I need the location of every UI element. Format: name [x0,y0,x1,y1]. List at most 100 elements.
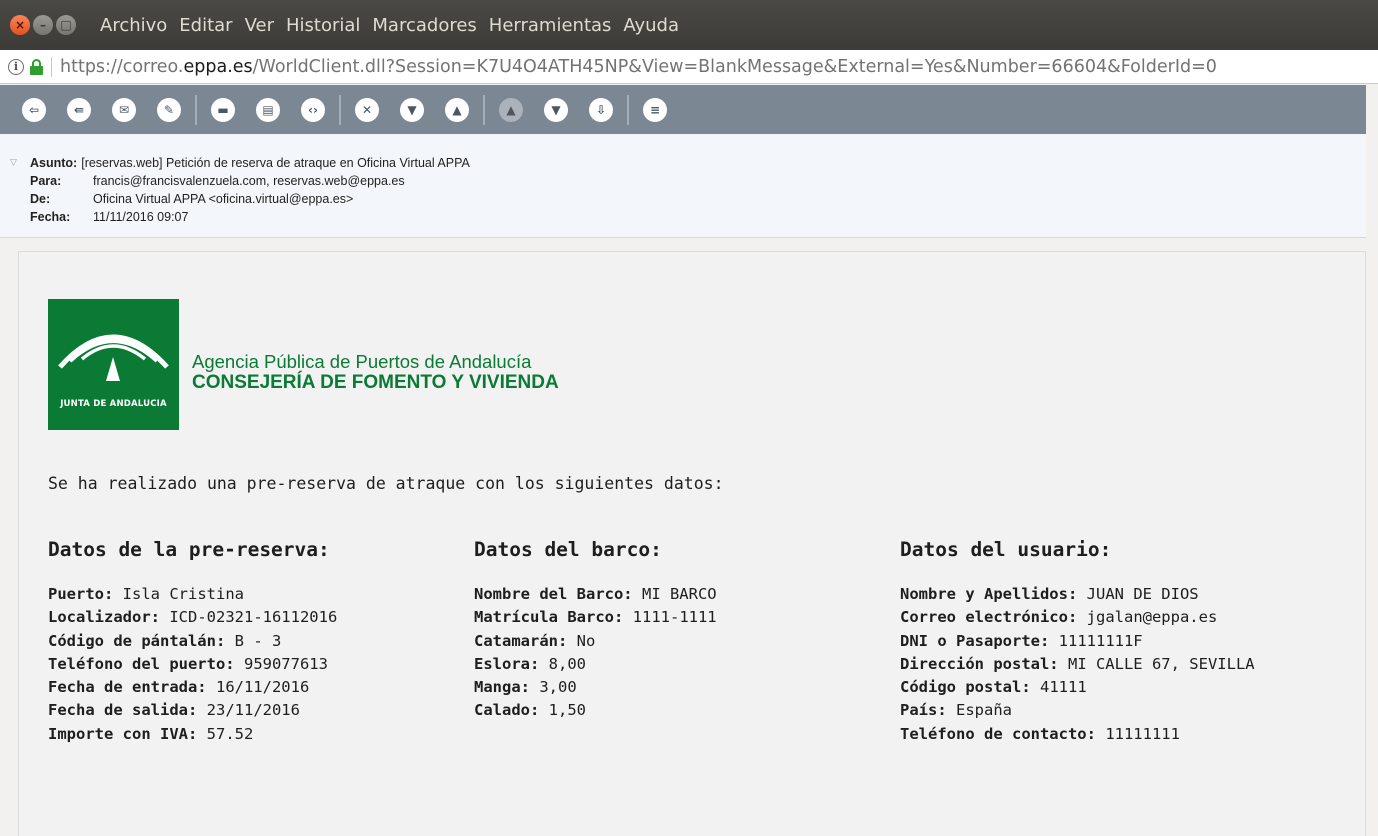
field-label: Nombre y Apellidos: [900,585,1078,603]
menu-editar[interactable]: Editar [173,15,238,36]
date-value: 11/11/2016 09:07 [93,210,189,224]
field-value: 959077613 [243,654,328,673]
url-separator [51,56,52,77]
forward-icon[interactable]: ✉ [112,97,136,122]
junta-andalucia-logo: JUNTA DE ANDALUCIA [48,299,179,430]
field-row: Nombre y Apellidos: JUAN DE DIOS [900,583,1260,606]
reply-all-icon[interactable]: ⇚ [67,97,91,122]
field-value: 1111-1111 [632,608,717,627]
field-value: España [956,701,1013,720]
reply-icon[interactable]: ⇦ [22,97,46,122]
print-icon[interactable]: ▬ [211,97,235,122]
field-label: Calado: [474,701,540,720]
lock-icon[interactable] [30,58,43,75]
message-body: JUNTA DE ANDALUCIA Agencia Pública de Pu… [18,251,1366,836]
mark-spam-icon[interactable]: ▼ [400,97,424,122]
menu-historial[interactable]: Historial [280,15,366,36]
toolbar-separator [483,94,485,125]
field-value: B - 3 [234,631,282,650]
field-label: Manga: [474,678,530,697]
date-row: Fecha: 11/11/2016 09:07 [0,208,1366,226]
field-value: 57.52 [206,724,254,743]
url-text[interactable]: https://correo.eppa.es/WorldClient.dll?S… [60,57,1217,77]
field-row: Fecha de salida: 23/11/2016 [48,699,337,722]
menu-icon[interactable]: ≡ [643,97,667,122]
field-row: DNI o Pasaporte: 11111111F [900,630,1260,653]
field-label: Fecha de entrada: [48,678,207,697]
field-label: Dirección postal: [900,654,1059,673]
field-label: País: [900,701,947,720]
arch-emblem-icon [58,334,169,381]
field-value: 1,50 [548,701,586,720]
menu-archivo[interactable]: Archivo [94,15,173,36]
minimize-window-icon[interactable]: – [33,15,53,35]
from-row: De: Oficina Virtual APPA <oficina.virtua… [0,190,1366,208]
field-value: MI CALLE 67, SEVILLA [1067,654,1255,673]
field-row: Correo electrónico: jgalan@eppa.es [900,606,1260,629]
field-value: 3,00 [539,678,577,697]
menu-ayuda[interactable]: Ayuda [617,15,685,36]
subject-value: [reservas.web] Petición de reserva de at… [81,156,470,170]
field-label: Código de pántalán: [48,631,226,650]
delete-icon[interactable]: ✕ [355,97,379,122]
window-controls: × – □ [10,15,76,35]
field-label: Importe con IVA: [48,724,198,743]
source-icon[interactable]: ‹› [301,97,325,122]
field-value: jgalan@eppa.es [1086,608,1218,627]
next-icon[interactable]: ▼ [544,97,568,122]
field-label: Código postal: [900,678,1031,697]
toolbar-separator [195,94,197,125]
field-label: Teléfono del puerto: [48,654,235,673]
date-label: Fecha: [30,210,71,224]
save-icon[interactable]: ▤ [256,97,280,122]
field-value: 11111111F [1058,631,1143,650]
field-label: Fecha de salida: [48,701,198,720]
menu-herramientas[interactable]: Herramientas [483,15,618,36]
reservation-title: Datos de la pre-reserva: [48,538,330,561]
field-row: Dirección postal: MI CALLE 67, SEVILLA [900,653,1260,676]
to-label: Para: [30,174,62,188]
field-row: Teléfono del puerto: 959077613 [48,653,337,676]
move-icon[interactable]: ⇩ [589,97,613,122]
maximize-window-icon[interactable]: □ [56,15,76,35]
menu-marcadores[interactable]: Marcadores [366,15,482,36]
subject-row: Asunto: [reservas.web] Petición de reser… [0,154,1366,172]
mail-toolbar: ⇦ ⇚ ✉ ✎ ▬ ▤ ‹› ✕ ▼ ▲ ▲ ▼ ⇩ ≡ [0,85,1366,134]
field-label: Teléfono de contacto: [900,724,1096,743]
toolbar-separator [627,94,629,125]
field-value: 8,00 [548,654,586,673]
boat-section: Datos del barco: Nombre del Barco: MI BA… [474,538,717,723]
field-row: Nombre del Barco: MI BARCO [474,583,717,606]
menu-ver[interactable]: Ver [239,15,280,36]
address-bar[interactable]: i https://correo.eppa.es/WorldClient.dll… [0,50,1378,84]
agency-line2: CONSEJERÍA DE FOMENTO Y VIVIENDA [192,372,559,393]
url-prefix: https://correo. [60,56,184,77]
user-section: Datos del usuario: Nombre y Apellidos: J… [900,538,1260,746]
agency-name: Agencia Pública de Puertos de Andalucía … [192,352,559,394]
collapse-headers-icon[interactable]: ▽ [10,158,17,168]
boat-title: Datos del barco: [474,538,662,561]
to-row: Para: francis@francisvalenzuela.com, res… [0,172,1366,190]
window-titlebar: × – □ Archivo Editar Ver Historial Marca… [0,0,1378,50]
agency-line1: Agencia Pública de Puertos de Andalucía [192,351,532,372]
field-value: MI BARCO [641,585,717,603]
field-row: Matrícula Barco: 1111-1111 [474,606,717,629]
field-value: Isla Cristina [122,585,244,603]
toolbar-separator [339,94,341,125]
logo-text: JUNTA DE ANDALUCIA [60,399,167,409]
field-value: 11111111 [1105,724,1180,743]
not-spam-icon[interactable]: ▲ [445,97,469,122]
field-label: Puerto: [48,585,114,603]
field-row: Localizador: ICD-02321-16112016 [48,606,337,629]
site-info-icon[interactable]: i [8,58,24,75]
forward-attachment-icon[interactable]: ✎ [157,97,181,122]
field-row: Calado: 1,50 [474,699,717,722]
field-value: 16/11/2016 [215,678,310,697]
field-row: Código postal: 41111 [900,676,1260,699]
field-row: Puerto: Isla Cristina [48,583,337,606]
reservation-section: Datos de la pre-reserva: Puerto: Isla Cr… [48,538,337,746]
menu-bar: Archivo Editar Ver Historial Marcadores … [94,15,685,36]
close-window-icon[interactable]: × [10,15,30,35]
field-row: Fecha de entrada: 16/11/2016 [48,676,337,699]
previous-icon[interactable]: ▲ [499,97,523,122]
